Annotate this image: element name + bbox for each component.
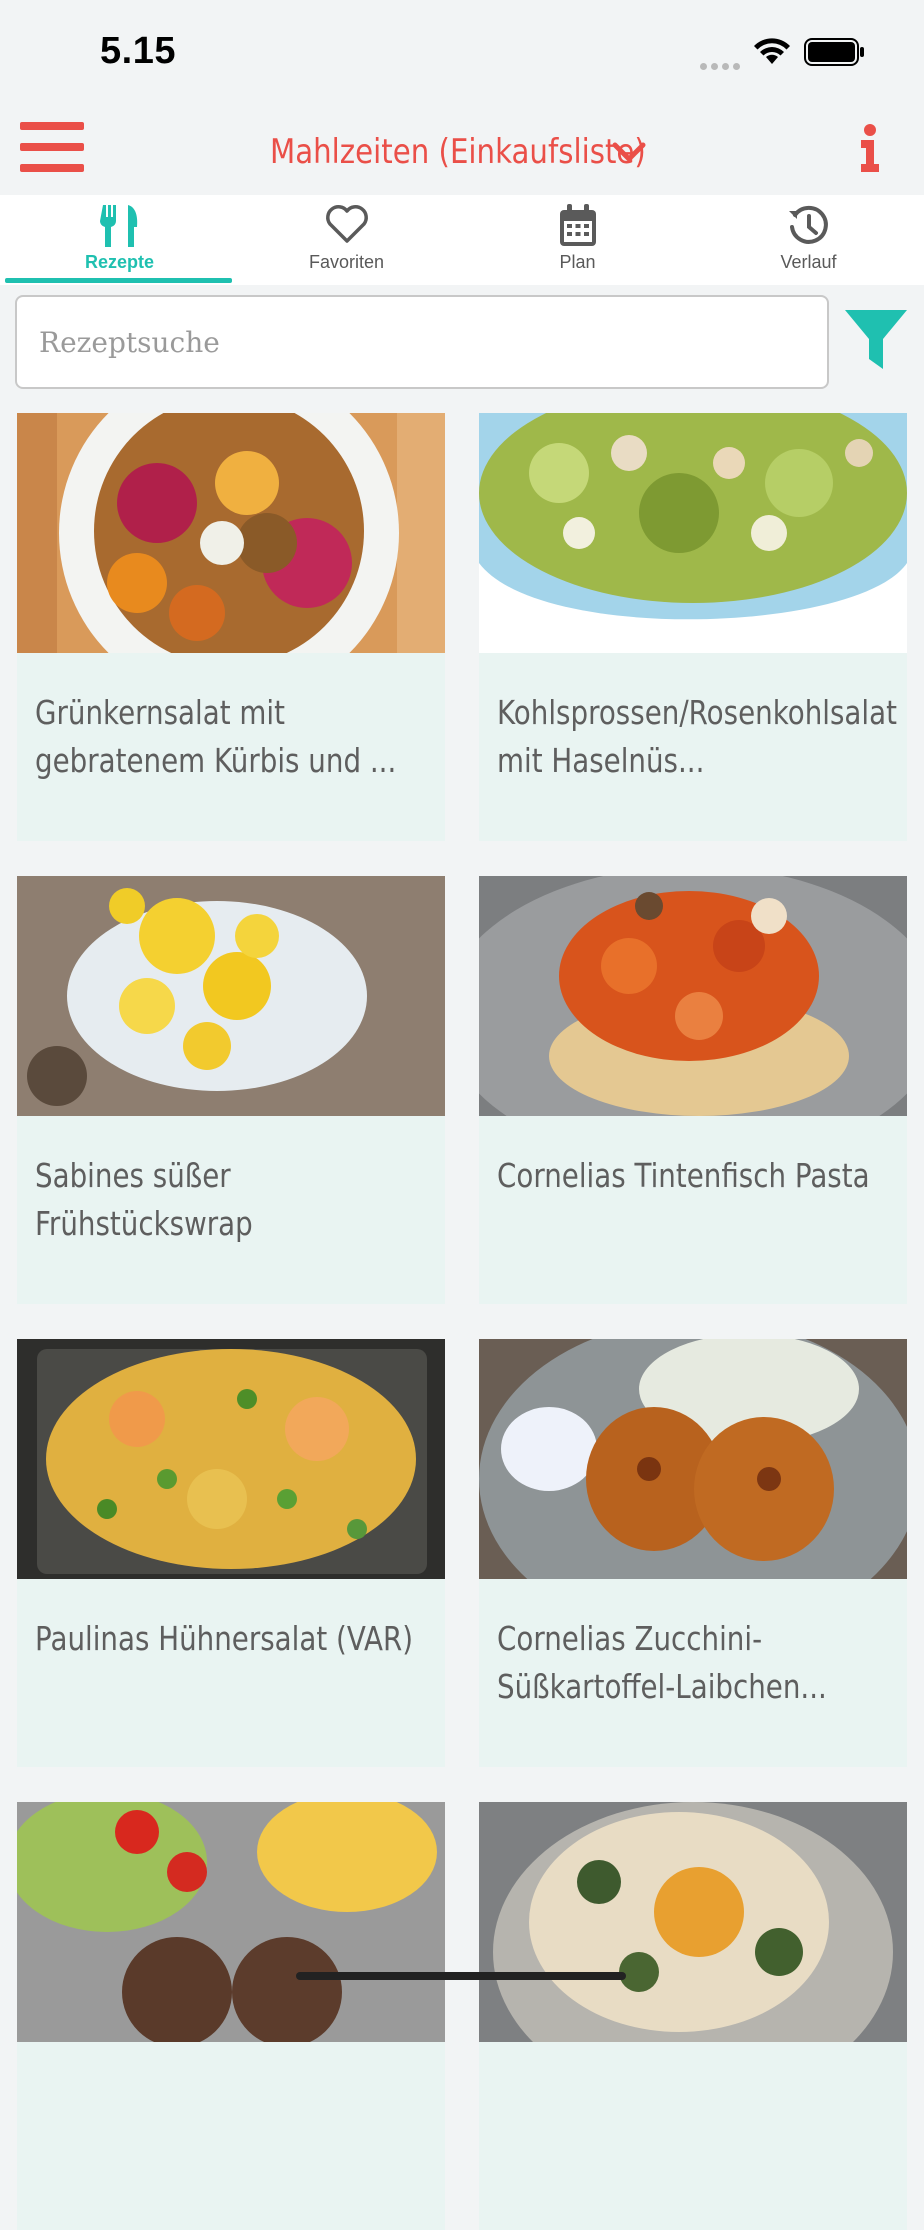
- home-indicator[interactable]: [296, 1972, 626, 1980]
- recipe-image: [479, 876, 907, 1116]
- wifi-icon: [754, 38, 790, 64]
- recipe-search-input[interactable]: [15, 295, 829, 389]
- recipe-card[interactable]: Paulinas Hühnersalat (VAR): [17, 1339, 445, 1767]
- meal-type-dropdown[interactable]: Mahlzeiten (Einkaufsliste): [270, 127, 646, 177]
- recipe-card[interactable]: [479, 1802, 907, 2230]
- recipe-title: Paulinas Hühnersalat (VAR): [35, 1619, 414, 1658]
- tab-rezepte[interactable]: Rezepte: [4, 195, 235, 285]
- status-time: 5.15: [100, 30, 176, 72]
- recipe-title: Sabines süßer Frühstückswrap: [35, 1156, 253, 1243]
- recipe-title: Cornelias Zucchini-Süßkartoffel-Laibchen…: [497, 1619, 827, 1706]
- recipe-image: [17, 1339, 445, 1579]
- recipe-image: [479, 1339, 907, 1579]
- recipe-image: [479, 413, 907, 653]
- tab-favoriten[interactable]: Favoriten: [231, 195, 462, 285]
- tab-label: Plan: [559, 252, 596, 272]
- recipe-image: [479, 1802, 907, 2042]
- tab-bar: Rezepte Favoriten Plan Verlauf: [0, 195, 924, 285]
- tab-plan[interactable]: Plan: [462, 195, 693, 285]
- active-tab-indicator: [5, 278, 232, 283]
- recipe-card[interactable]: [17, 1802, 445, 2230]
- app-header: Mahlzeiten (Einkaufsliste): [0, 100, 924, 195]
- status-bar: 5.15: [0, 0, 924, 100]
- fork-knife-icon: [99, 205, 137, 247]
- recipe-image: [17, 413, 445, 653]
- tab-label: Favoriten: [308, 252, 385, 272]
- info-icon[interactable]: [858, 122, 882, 174]
- recipe-image: [17, 876, 445, 1116]
- cellular-signal-icon: [700, 57, 744, 75]
- recipe-card[interactable]: Cornelias Zucchini-Süßkartoffel-Laibchen…: [479, 1339, 907, 1767]
- tab-label: Rezepte: [84, 252, 155, 272]
- filter-icon[interactable]: [843, 307, 909, 375]
- history-icon: [788, 205, 828, 244]
- search-bar: [0, 285, 924, 395]
- recipe-card[interactable]: Sabines süßer Frühstückswrap: [17, 876, 445, 1304]
- recipe-card[interactable]: Kohlsprossen/Rosenkohlsalat mit Haselnüs…: [479, 413, 907, 841]
- recipe-card[interactable]: Cornelias Tintenfisch Pasta: [479, 876, 907, 1304]
- heart-icon: [325, 205, 368, 243]
- recipe-title: Grünkernsalat mit gebratenem Kürbis und …: [35, 693, 397, 780]
- recipe-card[interactable]: Grünkernsalat mit gebratenem Kürbis und …: [17, 413, 445, 841]
- tab-label: Verlauf: [780, 252, 837, 272]
- hamburger-menu-icon[interactable]: [20, 122, 84, 176]
- recipe-title: Kohlsprossen/Rosenkohlsalat mit Haselnüs…: [497, 693, 897, 780]
- recipe-image: [17, 1802, 445, 2042]
- tab-verlauf[interactable]: Verlauf: [693, 195, 924, 285]
- battery-icon: [804, 38, 864, 66]
- calendar-icon: [559, 204, 596, 246]
- page-title: Mahlzeiten (Einkaufsliste): [270, 132, 646, 172]
- recipe-title: Cornelias Tintenfisch Pasta: [497, 1156, 870, 1195]
